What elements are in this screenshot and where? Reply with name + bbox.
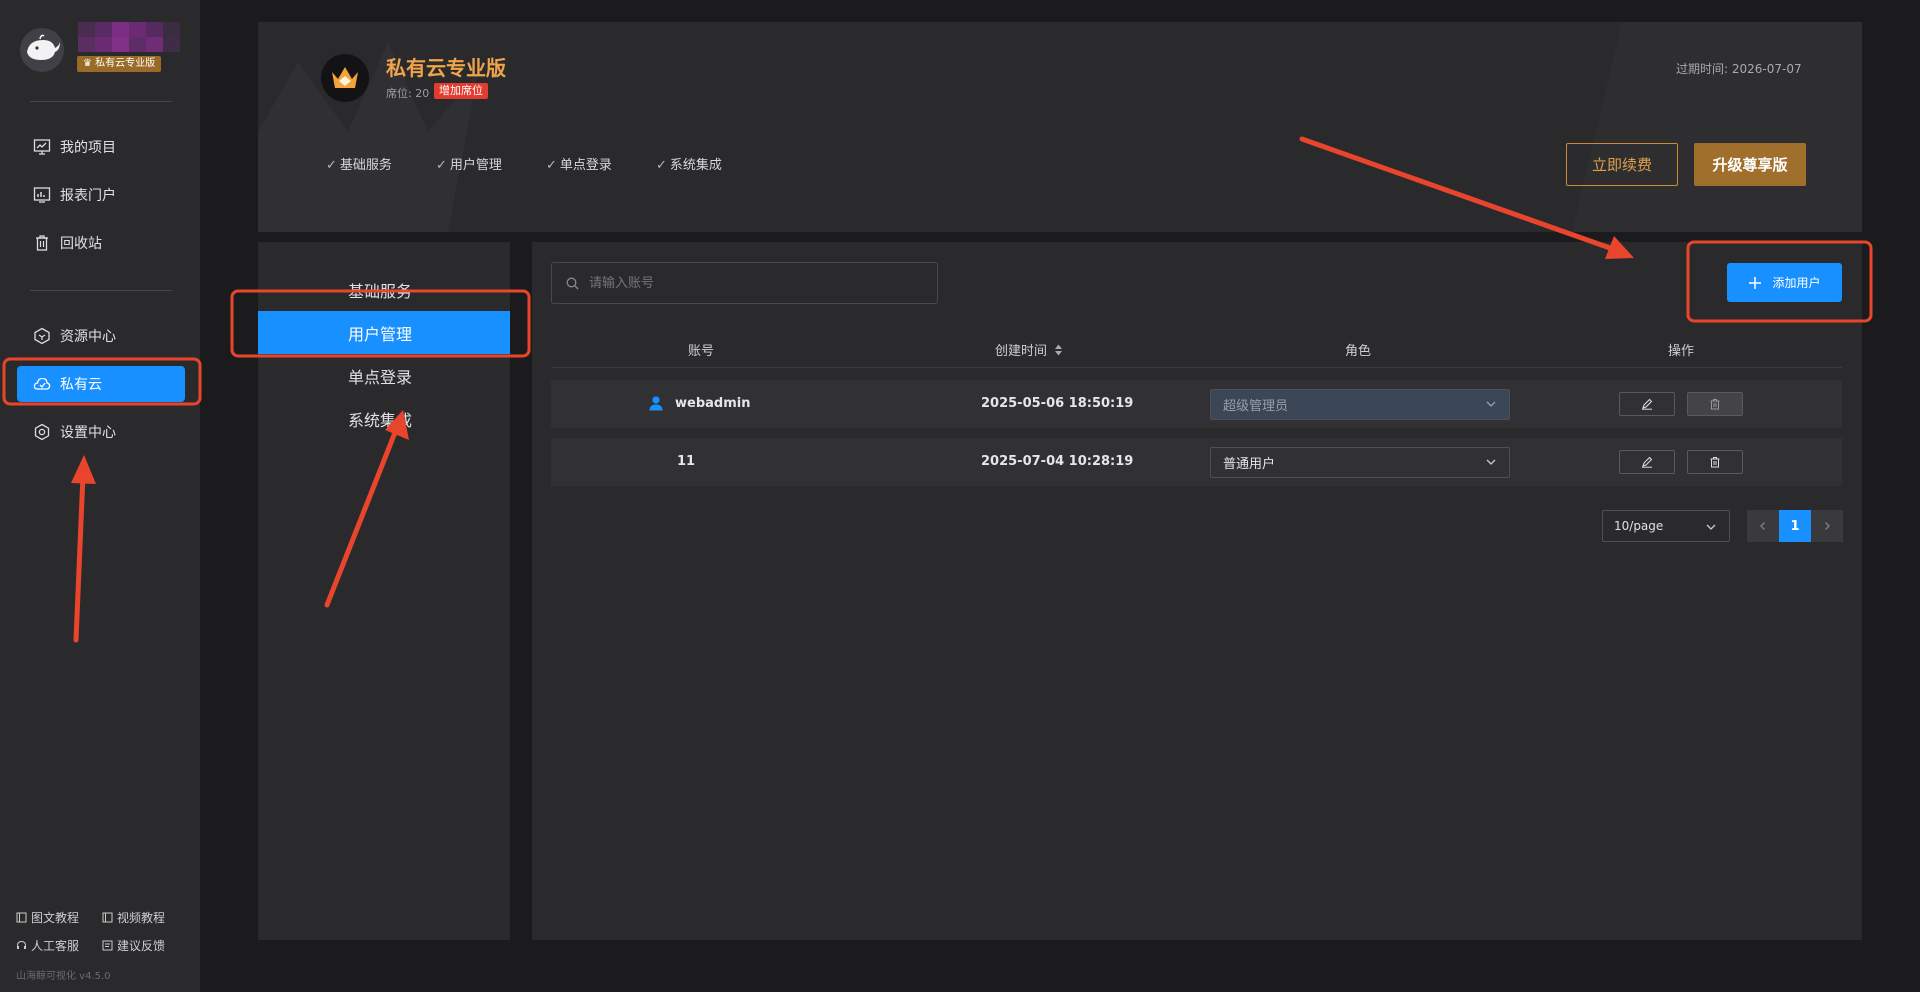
nav-label: 回收站 [60, 236, 102, 252]
chevron-left-icon [1760, 522, 1765, 530]
trash-icon [36, 235, 48, 251]
col-actions: 操作 [1668, 344, 1695, 359]
sort-icon[interactable] [1054, 344, 1063, 356]
headset-icon [17, 940, 26, 949]
nav-label: 私有云 [60, 377, 102, 393]
edit-icon [1642, 456, 1653, 468]
prev-page-button[interactable] [1747, 510, 1779, 542]
chevron-down-icon [1486, 459, 1496, 465]
user-icon [649, 396, 663, 411]
video-icon [102, 912, 113, 923]
monitor-chart-icon [33, 139, 51, 155]
plan-title: 私有云专业版 [386, 56, 506, 80]
feature-system-integration: ✓ 系统集成 [656, 158, 722, 173]
upgrade-button[interactable]: 升级尊享版 [1694, 143, 1806, 186]
created-time-cell: 2025-05-06 18:50:19 [981, 396, 1134, 411]
nav-report-portal[interactable]: 报表门户 [17, 177, 185, 213]
edit-button[interactable] [1619, 450, 1675, 474]
add-user-button[interactable]: 添加用户 [1727, 263, 1842, 302]
edit-button[interactable] [1619, 392, 1675, 416]
submenu-basic-service[interactable]: 基础服务 [258, 268, 510, 311]
page-1-button[interactable]: 1 [1779, 510, 1811, 542]
edit-icon [1642, 398, 1653, 410]
feature-sso: ✓ 单点登录 [546, 158, 612, 173]
nav-my-projects[interactable]: 我的项目 [17, 129, 185, 165]
feature-basic-service: ✓ 基础服务 [326, 158, 392, 173]
col-account: 账号 [688, 344, 715, 359]
plan-header-card: 私有云专业版 席位: 20 增加席位 过期时间: 2026-07-07 ✓ 基础服… [258, 22, 1862, 232]
table-row: 11 2025-07-04 10:28:19 普通用户 [551, 438, 1842, 486]
user-management-panel: 添加用户 账号 创建时间 角色 操作 webadmin 2025-05-06 1… [532, 242, 1862, 940]
decor-shape [1572, 22, 1862, 232]
trash-icon [1710, 399, 1720, 410]
divider [30, 101, 172, 102]
nav-label: 资源中心 [60, 329, 116, 345]
check-icon: ✓ [436, 158, 447, 173]
nav-settings-center[interactable]: 设置中心 [17, 414, 185, 450]
private-cloud-submenu: 基础服务 用户管理 单点登录 系统集成 [258, 242, 510, 940]
book-icon [16, 912, 27, 923]
page-size-select[interactable]: 10/page [1602, 510, 1730, 542]
search-box[interactable] [551, 262, 938, 304]
username-mosaic [78, 22, 180, 52]
delete-button[interactable] [1687, 450, 1743, 474]
cloud-icon [33, 377, 51, 390]
plus-icon [1749, 276, 1762, 289]
role-select: 超级管理员 [1210, 389, 1510, 420]
version-label: 山海鲸可视化 v4.5.0 [16, 971, 111, 982]
check-icon: ✓ [656, 158, 667, 173]
account-search-input[interactable] [589, 275, 909, 291]
nav-private-cloud[interactable]: 私有云 [17, 366, 185, 402]
chevron-right-icon [1825, 522, 1830, 530]
chevron-down-icon [1706, 524, 1716, 530]
seat-count: 席位: 20 [386, 87, 430, 100]
nav-recycle-bin[interactable]: 回收站 [17, 225, 185, 261]
check-icon: ✓ [326, 158, 337, 173]
report-icon [33, 187, 51, 203]
renew-button[interactable]: 立即续费 [1566, 143, 1678, 186]
chevron-down-icon [1486, 401, 1496, 407]
whale-logo-icon[interactable] [20, 28, 64, 72]
cube-icon [34, 327, 50, 345]
human-support-link[interactable]: 人工客服 [16, 937, 79, 954]
feedback-link[interactable]: 建议反馈 [102, 937, 165, 954]
created-time-cell: 2025-07-04 10:28:19 [981, 454, 1134, 469]
video-tutorial-link[interactable]: 视频教程 [102, 909, 165, 926]
delete-button [1687, 392, 1743, 416]
expire-date: 过期时间: 2026-07-07 [1676, 62, 1802, 76]
feature-user-management: ✓ 用户管理 [436, 158, 502, 173]
nav-resource-center[interactable]: 资源中心 [17, 318, 185, 354]
nav-label: 设置中心 [60, 425, 116, 441]
nav-label: 我的项目 [60, 140, 116, 156]
feedback-icon [102, 940, 113, 951]
submenu-system-integration[interactable]: 系统集成 [258, 397, 510, 440]
col-created-time[interactable]: 创建时间 [995, 340, 1063, 359]
text-tutorial-link[interactable]: 图文教程 [16, 909, 79, 926]
crown-avatar-icon [321, 54, 369, 102]
plan-badge: ♛ 私有云专业版 [77, 56, 162, 72]
trash-icon [1710, 457, 1720, 468]
role-select[interactable]: 普通用户 [1210, 447, 1510, 478]
table-row: webadmin 2025-05-06 18:50:19 超级管理员 [551, 380, 1842, 428]
submenu-sso[interactable]: 单点登录 [258, 354, 510, 397]
sidebar: ♛ 私有云专业版 我的项目 报表门户 回收站 资源中心 私有云 设置中心 图文教… [0, 0, 200, 992]
col-role: 角色 [1345, 344, 1372, 359]
next-page-button[interactable] [1811, 510, 1843, 542]
account-cell: 11 [677, 454, 696, 469]
add-seats-button[interactable]: 增加席位 [434, 83, 488, 99]
check-icon: ✓ [546, 158, 557, 173]
account-cell: webadmin [675, 396, 751, 411]
submenu-user-management[interactable]: 用户管理 [258, 311, 510, 354]
brand-block: ♛ 私有云专业版 [20, 22, 180, 76]
search-icon [566, 277, 579, 289]
nav-label: 报表门户 [60, 188, 116, 204]
gear-icon [34, 423, 50, 441]
divider [30, 290, 172, 291]
table-header: 账号 创建时间 角色 操作 [551, 328, 1842, 368]
